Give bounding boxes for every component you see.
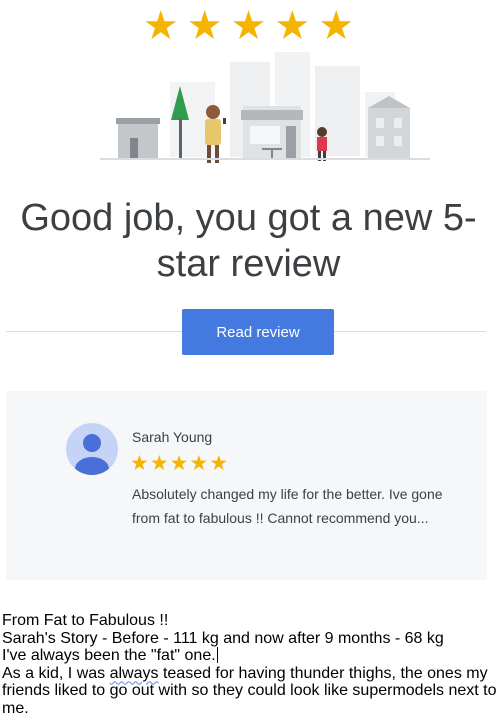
avatar <box>66 423 118 475</box>
spellcheck-underlined-word[interactable]: always <box>110 665 159 682</box>
review-text: Absolutely changed my life for the bette… <box>132 486 443 526</box>
review-notification-email: ★ ★ ★ ★ ★ Good job, you got a new 5-star… <box>0 0 497 600</box>
story-text: As a kid, I was <box>2 664 110 682</box>
star-icon: ★ <box>230 3 267 49</box>
star-icon: ★ <box>209 451 229 475</box>
reviewer-name: Sarah Young <box>132 429 213 445</box>
star-icon: ★ <box>149 451 169 475</box>
story-line: As a kid, I was always teased for having… <box>2 665 497 718</box>
header-star-rating: ★ ★ ★ ★ ★ <box>0 6 497 46</box>
story-editor[interactable]: From Fat to Fabulous !! Sarah's Story - … <box>2 612 497 717</box>
page-title: Good job, you got a new 5-star review <box>20 197 477 285</box>
star-icon: ★ <box>318 3 355 49</box>
star-icon: ★ <box>142 3 179 49</box>
star-icon: ★ <box>130 451 149 475</box>
story-title: From Fat to Fabulous !! <box>2 612 169 629</box>
read-review-button[interactable]: Read review <box>182 309 334 355</box>
star-icon: ★ <box>169 451 189 475</box>
star-icon: ★ <box>274 3 311 49</box>
review-card: Sarah Young ★ ★ ★ ★ ★ Absolutely changed… <box>6 391 487 580</box>
story-line-text: I've always been the "fat" one. <box>2 647 216 664</box>
person-icon <box>75 434 109 475</box>
story-line: I've always been the "fat" one. <box>2 647 497 665</box>
storefront-street-scene-illustration <box>100 52 430 163</box>
story-line: Sarah's Story - Before - 111 kg and now … <box>2 629 444 647</box>
text-cursor <box>216 647 218 663</box>
review-star-rating: ★ ★ ★ ★ ★ <box>130 451 228 475</box>
star-icon: ★ <box>186 3 223 49</box>
star-icon: ★ <box>189 451 209 475</box>
